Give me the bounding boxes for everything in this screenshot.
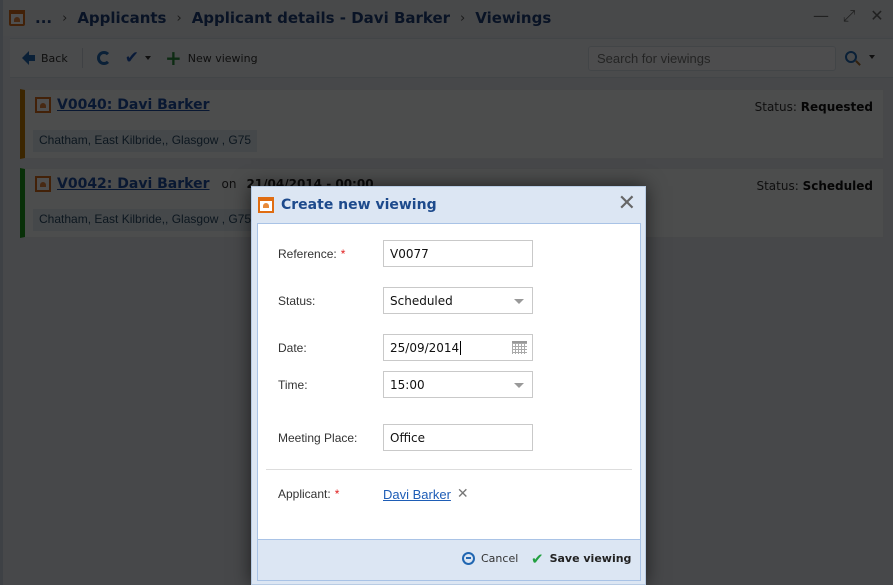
time-label: Time: xyxy=(278,377,308,392)
dialog-title: Create new viewing xyxy=(281,197,437,213)
chevron-down-icon xyxy=(514,383,524,388)
reference-label-text: Reference: xyxy=(278,246,337,261)
calendar-picker-icon[interactable] xyxy=(512,341,527,354)
applicant-link[interactable]: Davi Barker xyxy=(383,487,451,502)
text-cursor xyxy=(460,340,462,355)
remove-applicant-icon[interactable]: ✕ xyxy=(457,486,469,502)
dialog-header: Create new viewing ✕ xyxy=(252,187,645,223)
meeting-place-input[interactable]: Office xyxy=(383,424,533,451)
chevron-down-icon xyxy=(514,299,524,304)
applicant-label-text: Applicant: xyxy=(278,487,331,501)
date-label: Date: xyxy=(278,340,307,355)
applicant-label: Applicant: * xyxy=(278,487,383,501)
date-row: Date: 25/09/2014 xyxy=(278,334,533,361)
status-label: Status: xyxy=(278,293,316,308)
reference-label: Reference: * xyxy=(278,247,383,261)
checkmark-icon: ✔ xyxy=(531,549,544,568)
meeting-place-value: Office xyxy=(390,430,426,445)
dialog-body: Reference: * V0077 Status: Scheduled Date… xyxy=(257,223,641,540)
status-value: Scheduled xyxy=(390,293,453,308)
reference-input[interactable]: V0077 xyxy=(383,240,533,267)
dialog-footer: Cancel ✔ Save viewing xyxy=(257,540,641,581)
cancel-button[interactable]: Cancel xyxy=(462,552,518,565)
required-asterisk: * xyxy=(334,487,340,501)
time-row: Time: 15:00 xyxy=(278,371,533,398)
applicant-row: Applicant: * Davi Barker ✕ xyxy=(278,486,469,502)
reference-value: V0077 xyxy=(390,246,429,261)
time-value: 15:00 xyxy=(390,377,425,392)
reference-row: Reference: * V0077 xyxy=(278,240,533,267)
close-icon[interactable]: ✕ xyxy=(618,193,636,215)
create-viewing-dialog: Create new viewing ✕ Reference: * V0077 S… xyxy=(251,186,646,585)
cancel-label: Cancel xyxy=(481,552,519,565)
meeting-place-label: Meeting Place: xyxy=(278,430,358,445)
status-row: Status: Scheduled xyxy=(278,287,533,314)
save-viewing-button[interactable]: ✔ Save viewing xyxy=(531,549,632,568)
save-viewing-label: Save viewing xyxy=(549,552,632,565)
cancel-icon xyxy=(462,552,475,565)
date-value: 25/09/2014 xyxy=(390,340,460,355)
time-select[interactable]: 15:00 xyxy=(383,371,533,398)
meeting-place-row: Meeting Place: Office xyxy=(278,424,533,451)
required-asterisk: * xyxy=(340,246,346,261)
status-select[interactable]: Scheduled xyxy=(383,287,533,314)
form-divider xyxy=(266,469,632,470)
date-input[interactable]: 25/09/2014 xyxy=(383,334,533,361)
calendar-icon xyxy=(258,197,274,213)
